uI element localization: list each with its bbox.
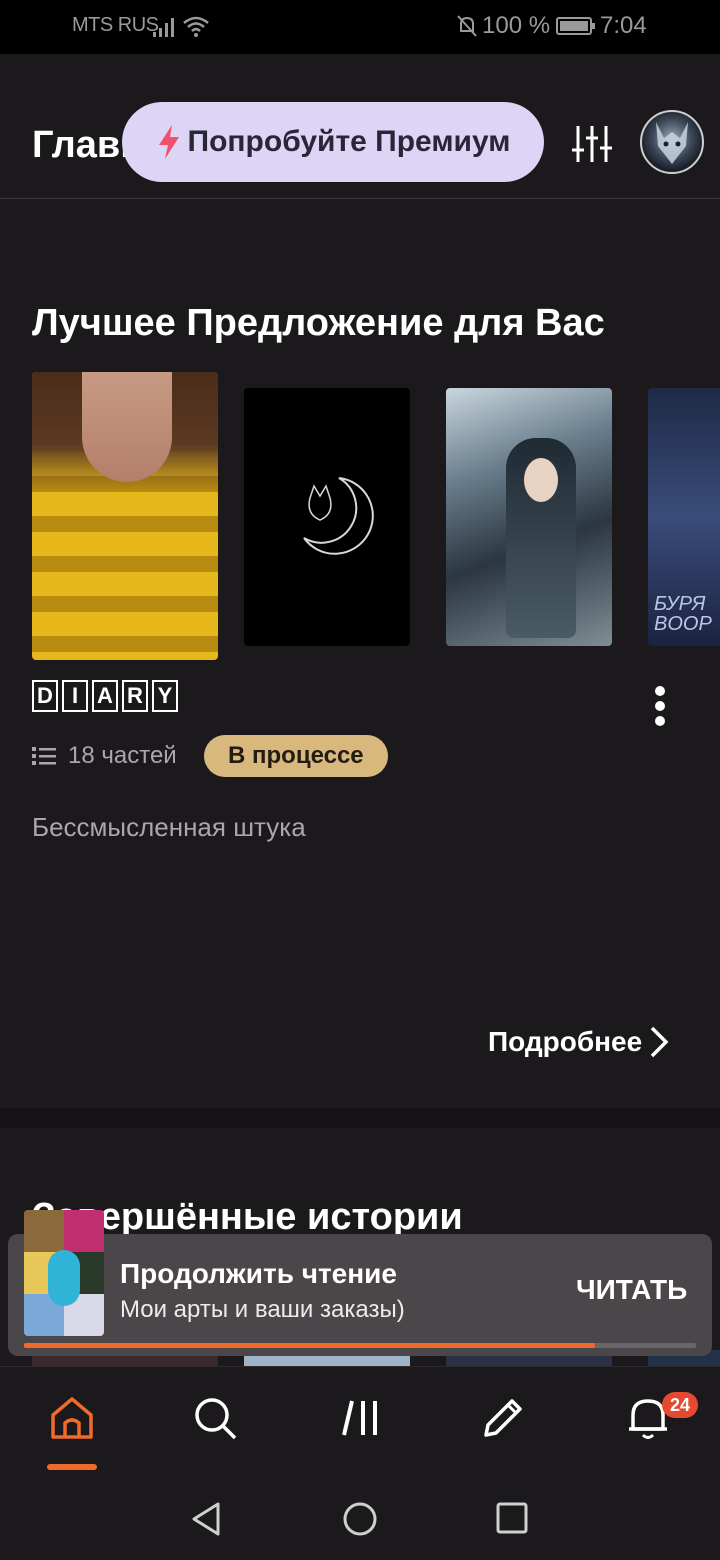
mute-bell-icon	[457, 15, 477, 37]
details-link[interactable]: Подробнее	[488, 1024, 672, 1060]
title-letter: Y	[152, 680, 178, 712]
title-letter: D	[32, 680, 58, 712]
list-icon	[32, 747, 56, 765]
app-header: Главная Попробуйте Премиум	[0, 54, 720, 199]
battery-icon	[556, 17, 595, 35]
continue-reading-story: Мои арты и ваши заказы)	[120, 1296, 405, 1323]
status-badge: В процессе	[204, 735, 388, 777]
carrier-label: MTS RUS	[72, 14, 159, 36]
read-button[interactable]: ЧИТАТЬ	[576, 1274, 687, 1306]
details-label: Подробнее	[488, 1026, 643, 1057]
status-bar: MTS RUS 100 % 7:04	[0, 0, 720, 54]
title-letter: R	[122, 680, 148, 712]
home-icon[interactable]	[49, 1395, 95, 1441]
system-navigation-bar	[0, 1470, 720, 1560]
title-letter: A	[92, 680, 118, 712]
continue-reading-label: Продолжить чтение	[120, 1258, 397, 1289]
write-pencil-icon[interactable]	[480, 1395, 526, 1441]
signal-icon	[153, 18, 174, 37]
cover-art-face	[82, 372, 172, 482]
story-cover-moon-cat[interactable]	[244, 388, 410, 646]
try-premium-button[interactable]: Попробуйте Премиум	[122, 102, 544, 182]
library-icon[interactable]	[338, 1395, 384, 1441]
clock: 7:04	[600, 12, 647, 39]
story-cover-diary[interactable]	[32, 372, 218, 660]
bottom-navigation	[0, 1366, 720, 1471]
lightning-icon	[158, 125, 179, 159]
cover-art-face	[524, 458, 558, 502]
moon-cat-image	[303, 477, 374, 555]
section-divider	[0, 1108, 720, 1128]
filter-sliders-icon[interactable]	[570, 124, 614, 164]
cover-art-text: БУРЯ BOOP	[654, 593, 712, 635]
battery-percent: 100 %	[482, 12, 551, 39]
thumb-art	[48, 1250, 80, 1306]
recents-square-icon[interactable]	[496, 1502, 528, 1534]
title-letter: I	[62, 680, 88, 712]
story-cover-storm[interactable]: БУРЯ BOOP	[648, 388, 720, 646]
home-circle-icon[interactable]	[342, 1501, 378, 1537]
parts-count: 18 частей	[32, 742, 177, 770]
wolf-avatar-image	[656, 122, 688, 164]
story-title[interactable]: D I A R Y	[32, 680, 178, 712]
back-icon[interactable]	[190, 1502, 222, 1536]
continue-reading-cover[interactable]	[24, 1210, 104, 1336]
wifi-icon	[183, 16, 209, 37]
chevron-right-icon	[650, 1026, 669, 1058]
search-icon[interactable]	[192, 1395, 238, 1441]
story-cover-anime[interactable]	[446, 388, 612, 646]
reading-progress-bar	[24, 1343, 696, 1348]
premium-label: Попробуйте Премиум	[187, 125, 511, 158]
parts-label: 18 частей	[68, 742, 177, 769]
reading-progress-fill	[24, 1343, 596, 1348]
recommended-section-title: Лучшее Предложение для Вас	[32, 302, 605, 344]
more-options-icon[interactable]	[650, 686, 670, 726]
user-avatar[interactable]	[640, 110, 704, 174]
story-description: Бессмысленная штука	[32, 812, 306, 842]
notification-count-badge: 24	[662, 1392, 698, 1418]
